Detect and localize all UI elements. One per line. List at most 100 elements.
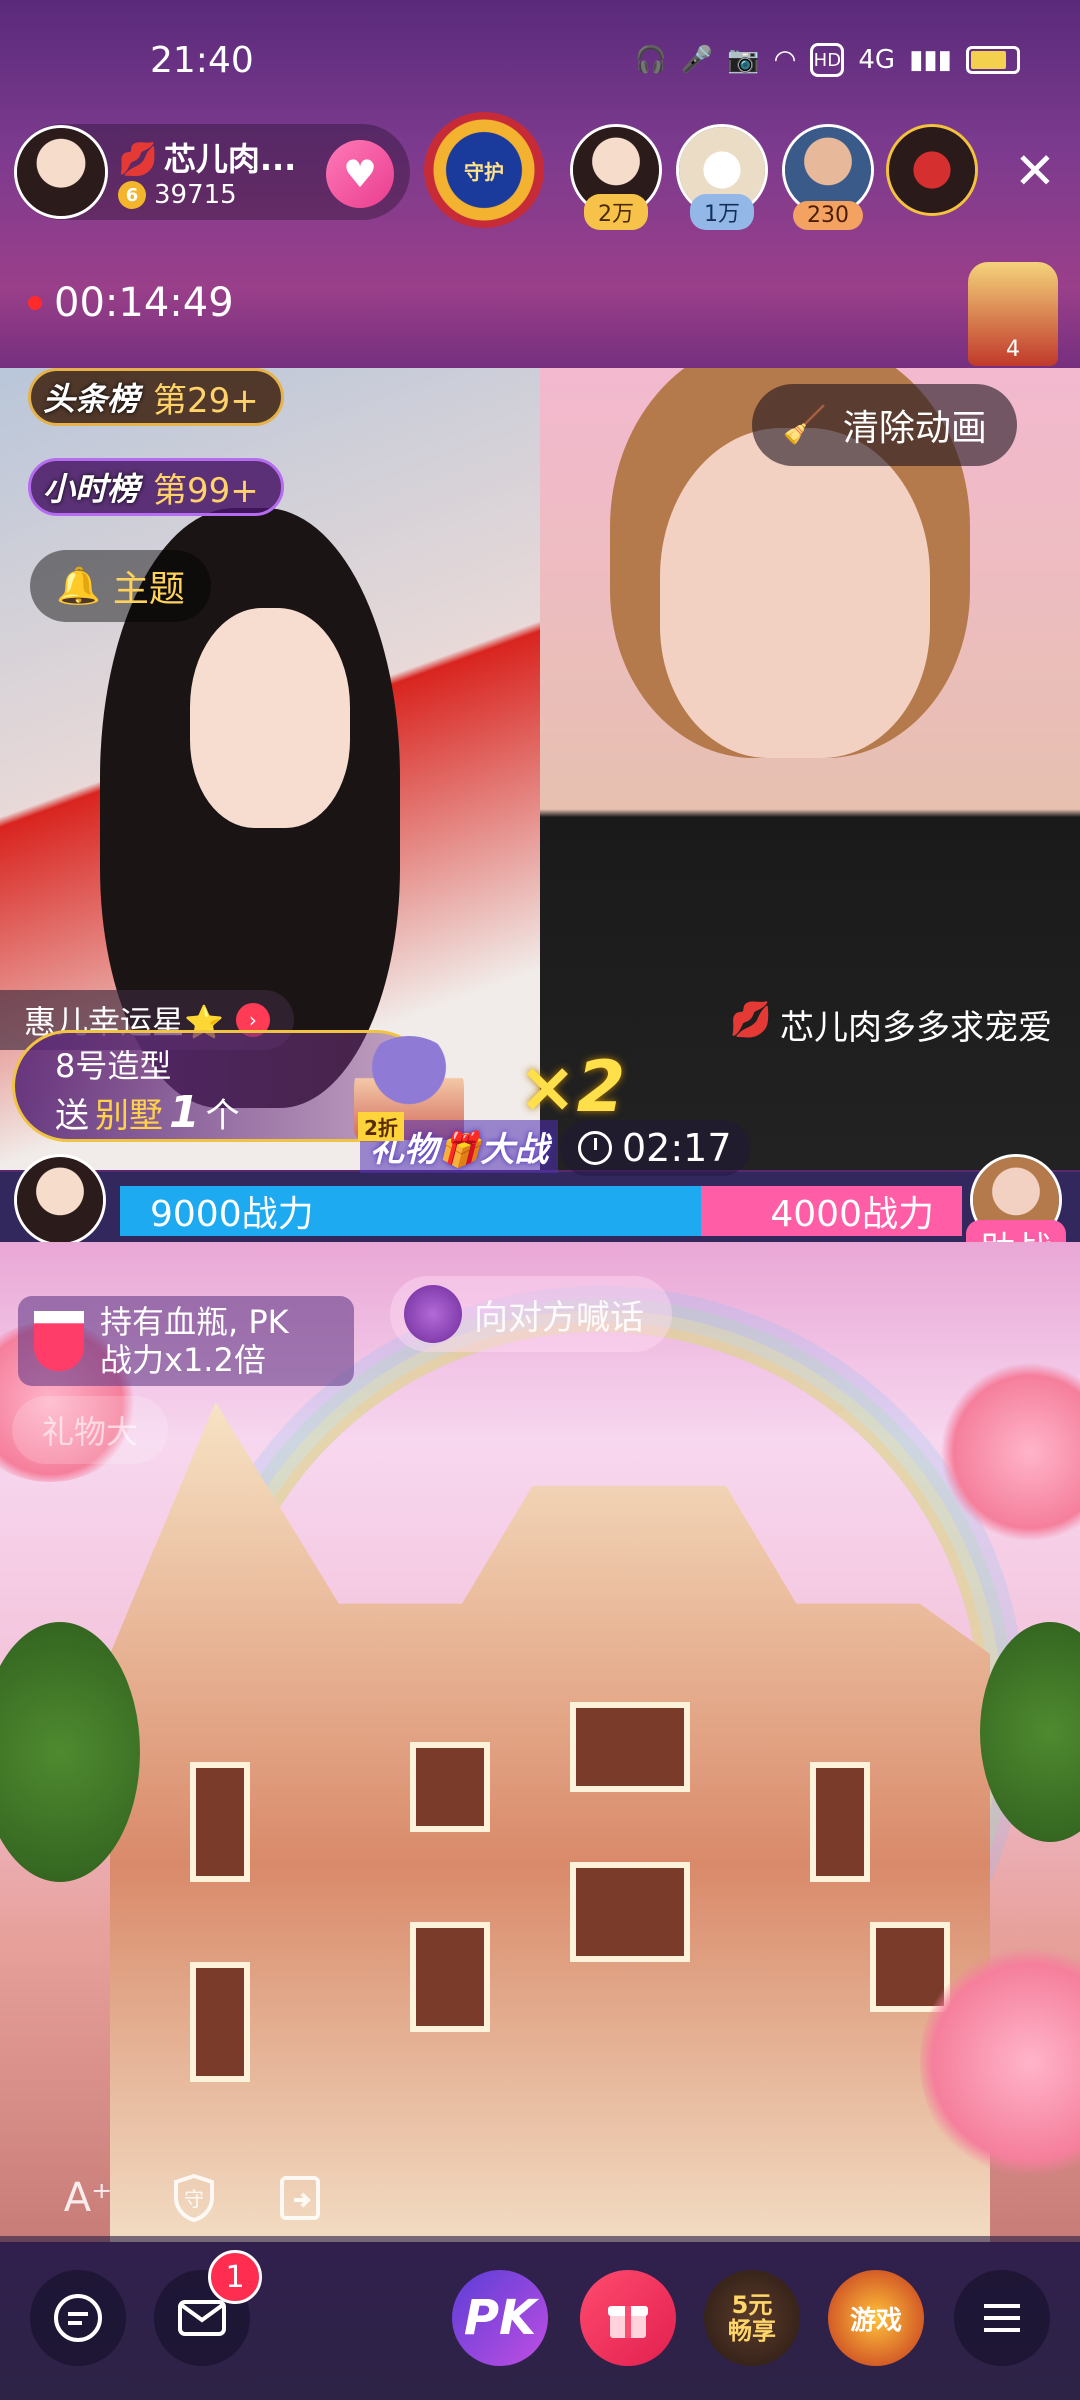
viewer-count: 1万 <box>690 194 754 230</box>
pk-timer-text: 02:17 <box>622 1126 732 1170</box>
heart-icon: ♥ <box>342 152 378 196</box>
clear-animation-label: 清除动画 <box>842 408 987 449</box>
hamburger-menu-icon <box>984 2304 1020 2332</box>
discount-badge: 2折 <box>358 1112 404 1141</box>
host-avatar[interactable] <box>14 125 108 219</box>
clock: 21:40 <box>150 39 254 81</box>
notice-line-2: 战力x1.2倍 <box>100 1341 266 1379</box>
left-power-bar: 9000战力 <box>120 1186 701 1236</box>
deal-label: 5元 畅享 <box>728 2292 776 2344</box>
deal-button[interactable]: 5元 畅享 <box>704 2270 800 2366</box>
gift-battle-tag: 礼物大 <box>12 1396 169 1464</box>
right-streamer-label[interactable]: 💋 芯儿肉多多求宠爱 <box>730 1000 1052 1049</box>
rank-tag: 小时榜 <box>43 470 140 508</box>
topic-label: 主题 <box>112 569 185 610</box>
viewer-avatar-2[interactable]: 1万 <box>676 124 768 230</box>
share-screen-icon[interactable] <box>272 2170 328 2226</box>
left-power-text: 9000战力 <box>150 1194 314 1235</box>
viewer-avatar-1[interactable]: 2万 <box>570 124 662 230</box>
hd-icon: HD <box>810 43 845 77</box>
avatar <box>886 124 978 216</box>
pk-timer: 02:17 <box>560 1120 750 1176</box>
lips-icon: 💋 <box>729 1000 772 1040</box>
notice-text: 持有血瓶, PK 战力x1.2倍 <box>100 1303 289 1379</box>
gift-multiplier: ×2 <box>518 1046 626 1128</box>
network-label: 4G <box>858 45 896 75</box>
pk-left-avatar[interactable] <box>14 1154 106 1246</box>
notice-line-1: 持有血瓶, PK <box>100 1303 289 1341</box>
live-duration: 00:14:49 <box>28 280 234 326</box>
camera-icon: 📷 <box>727 45 760 75</box>
host-info: 💋 芯儿肉... 6 39715 <box>118 134 296 210</box>
headline-rank[interactable]: 头条榜 第29+ <box>28 368 284 426</box>
close-icon: ✕ <box>1014 142 1056 200</box>
status-icons: 🎧 🎤 📷 ◠ HD 4G ▮▮▮ <box>635 43 1020 77</box>
level-badge: 6 <box>118 181 146 209</box>
throne-badge[interactable]: 4 <box>968 262 1058 366</box>
chat-button[interactable] <box>30 2270 126 2366</box>
svg-text:守: 守 <box>184 2187 204 2211</box>
potion-icon <box>34 1311 84 1371</box>
gift-box-icon <box>608 2306 648 2338</box>
host-name: 芯儿肉... <box>163 140 297 178</box>
close-button[interactable]: ✕ <box>1004 140 1066 202</box>
shout-button[interactable]: 向对方喊话 <box>390 1276 672 1352</box>
rank-value: 第99+ <box>153 470 259 511</box>
battery-icon <box>966 46 1020 74</box>
streamer-left-face <box>190 608 350 828</box>
hourly-rank[interactable]: 小时榜 第99+ <box>28 458 284 516</box>
microphone-icon: 🎤 <box>680 45 714 75</box>
right-streamer-name: 芯儿肉多多求宠爱 <box>780 1008 1052 1048</box>
rank-tag: 头条榜 <box>43 380 140 418</box>
host-name-row: 💋 芯儿肉... <box>118 134 296 180</box>
shout-icon <box>404 1285 462 1343</box>
menu-button[interactable] <box>954 2270 1050 2366</box>
host-fans: 39715 <box>154 180 237 210</box>
messages-button[interactable]: 1 <box>154 2250 262 2366</box>
villa-animation-scene <box>0 1242 1080 2242</box>
guard-badge[interactable]: 守护 <box>424 112 544 228</box>
unread-badge: 1 <box>208 2250 262 2304</box>
chat-bubble-icon <box>54 2294 102 2342</box>
blood-bottle-notice[interactable]: 持有血瓶, PK 战力x1.2倍 <box>18 1296 354 1386</box>
tool-row: A⁺ 守 <box>60 2170 328 2226</box>
live-duration-text: 00:14:49 <box>54 280 234 326</box>
recording-dot-icon <box>28 296 42 310</box>
topic-button[interactable]: 🔔 主题 <box>30 550 211 622</box>
signal-icon: ▮▮▮ <box>909 45 952 75</box>
headphone-icon: 🎧 <box>634 45 667 75</box>
status-bar: 21:40 🎧 🎤 📷 ◠ HD 4G ▮▮▮ <box>0 0 1080 120</box>
gift-count: 1 <box>169 1087 200 1138</box>
avatar <box>14 1154 106 1246</box>
deal-line-2: 畅享 <box>728 2317 776 2345</box>
throne-count: 4 <box>1006 337 1020 362</box>
rank-value: 第29+ <box>153 380 259 421</box>
clock-icon <box>578 1131 612 1165</box>
viewer-count: 230 <box>793 201 863 230</box>
pk-title[interactable]: 2折 礼物🎁大战 <box>358 1112 559 1174</box>
gift-button[interactable] <box>580 2270 676 2366</box>
font-size-icon[interactable]: A⁺ <box>60 2170 116 2226</box>
shout-label: 向对方喊话 <box>474 1297 644 1338</box>
host-fans-row: 6 39715 <box>118 180 296 210</box>
broom-icon: 🧹 <box>782 405 827 446</box>
viewer-avatar-3[interactable]: 230 <box>782 124 874 230</box>
deal-line-1: 5元 <box>731 2291 773 2319</box>
clear-animation-button[interactable]: 🧹 清除动画 <box>752 384 1017 466</box>
follow-button[interactable]: ♥ <box>326 140 394 208</box>
right-power-text: 4000战力 <box>770 1194 934 1235</box>
viewer-avatar-4[interactable] <box>886 124 978 216</box>
guard-badge-label: 守护 <box>464 159 504 184</box>
lips-icon: 💋 <box>118 140 158 178</box>
gift-unit: 个 <box>205 1096 240 1136</box>
game-button[interactable]: 游戏 <box>828 2270 924 2366</box>
guard-shield-icon[interactable]: 守 <box>166 2170 222 2226</box>
gift-send-label: 送 <box>55 1096 89 1136</box>
gift-name: 别墅 <box>95 1096 163 1136</box>
streamer-right-face <box>660 428 930 758</box>
right-power-bar: 4000战力 <box>701 1186 962 1236</box>
viewer-count: 2万 <box>584 194 648 230</box>
host-info-bar[interactable]: 💋 芯儿肉... 6 39715 ♥ <box>14 124 410 220</box>
bell-icon: 🔔 <box>56 566 101 607</box>
pk-button[interactable]: PK <box>452 2270 548 2366</box>
